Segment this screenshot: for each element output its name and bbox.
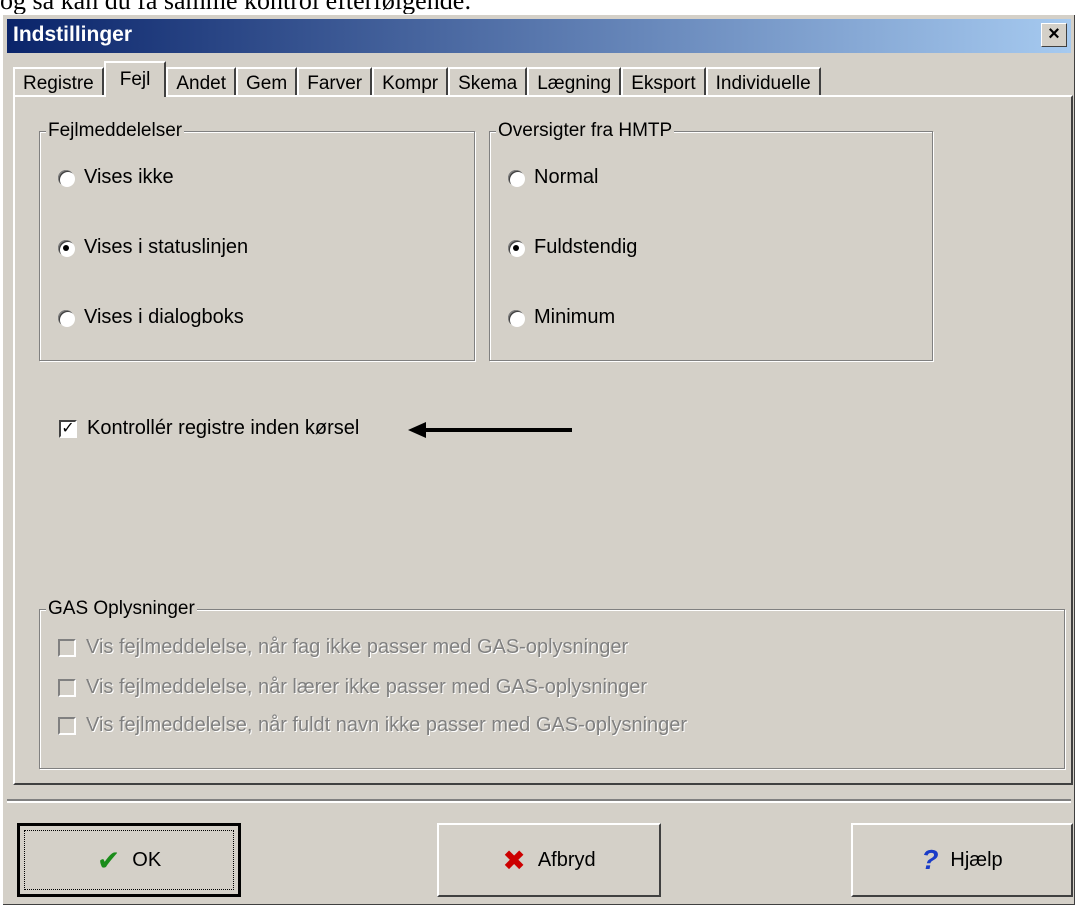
- group-title: Oversigter fra HMTP: [496, 120, 675, 142]
- cancel-button[interactable]: ✖ Afbryd: [437, 823, 661, 897]
- annotation-arrow-icon: [408, 422, 572, 438]
- error-messages-group: Fejlmeddelelser Vises ikke Vises i statu…: [39, 120, 475, 361]
- close-button[interactable]: ×: [1041, 23, 1067, 47]
- radio-label: Minimum: [534, 306, 616, 328]
- title-bar[interactable]: Indstillinger ×: [7, 19, 1071, 53]
- radio-label: Fuldstendig: [534, 236, 638, 258]
- x-icon: ✖: [502, 844, 526, 876]
- gas-info-group: GAS Oplysninger Vis fejlmeddelelse, når …: [39, 598, 1065, 769]
- tab-andet[interactable]: Andet: [166, 67, 237, 97]
- focus-rect: [24, 830, 234, 890]
- checkbox-label: Vis fejlmeddelelse, når fag ikke passer …: [86, 636, 629, 658]
- radio-button[interactable]: [508, 309, 524, 326]
- help-button[interactable]: ? Hjælp: [851, 823, 1073, 897]
- group-title: GAS Oplysninger: [46, 598, 197, 620]
- window-title: Indstillinger: [13, 23, 133, 46]
- tab-registre[interactable]: Registre: [13, 67, 104, 97]
- separator: [7, 799, 1071, 803]
- tab-farver[interactable]: Farver: [297, 67, 373, 97]
- radio-row-fuldstendig[interactable]: Fuldstendig: [508, 236, 637, 259]
- ok-button[interactable]: ✔ OK: [17, 823, 241, 897]
- radio-label: Vises i dialogboks: [84, 306, 244, 328]
- radio-label: Vises i statuslinjen: [84, 236, 249, 258]
- radio-button[interactable]: [58, 309, 74, 326]
- overview-group: Oversigter fra HMTP Normal Fuldstendig M…: [489, 120, 933, 361]
- radio-button-selected[interactable]: [508, 239, 524, 256]
- radio-label: Normal: [534, 166, 599, 188]
- checkbox-checked[interactable]: ✓: [59, 419, 77, 438]
- radio-button[interactable]: [58, 169, 74, 186]
- group-title: Fejlmeddelelser: [46, 120, 185, 142]
- check-registers-row[interactable]: ✓ Kontrollér registre inden kørsel: [59, 417, 359, 440]
- tab-gem[interactable]: Gem: [236, 67, 298, 97]
- checkbox-disabled[interactable]: [58, 638, 76, 657]
- checkbox-label: Vis fejlmeddelelse, når fuldt navn ikke …: [86, 714, 688, 736]
- tab-fejl[interactable]: Fejl: [103, 61, 167, 97]
- cancel-label: Afbryd: [537, 848, 596, 871]
- tab-kompr[interactable]: Kompr: [372, 67, 449, 97]
- gas-checkbox-row[interactable]: Vis fejlmeddelelse, når fag ikke passer …: [58, 636, 628, 659]
- gas-checkbox-row[interactable]: Vis fejlmeddelelse, når fuldt navn ikke …: [58, 714, 687, 737]
- checkbox-disabled[interactable]: [58, 678, 76, 697]
- gas-checkbox-row[interactable]: Vis fejlmeddelelse, når lærer ikke passe…: [58, 676, 647, 699]
- radio-row-minimum[interactable]: Minimum: [508, 306, 615, 329]
- checkbox-label: Vis fejlmeddelelse, når lærer ikke passe…: [86, 676, 647, 698]
- radio-label: Vises ikke: [84, 166, 174, 188]
- settings-dialog: Indstillinger × Registre Fejl Andet Gem …: [2, 14, 1076, 906]
- tab-individuelle[interactable]: Individuelle: [705, 67, 821, 97]
- radio-button-selected[interactable]: [58, 239, 74, 256]
- tab-eksport[interactable]: Eksport: [621, 67, 706, 97]
- checkbox-disabled[interactable]: [58, 716, 76, 735]
- radio-row-dialogboks[interactable]: Vises i dialogboks: [58, 306, 244, 329]
- radio-button[interactable]: [508, 169, 524, 186]
- help-label: Hjælp: [950, 848, 1003, 871]
- radio-row-vises-ikke[interactable]: Vises ikke: [58, 166, 174, 189]
- radio-row-statuslinjen[interactable]: Vises i statuslinjen: [58, 236, 248, 259]
- tab-panel-fejl: Fejlmeddelelser Vises ikke Vises i statu…: [13, 95, 1073, 785]
- tab-strip: Registre Fejl Andet Gem Farver Kompr Ske…: [13, 61, 821, 97]
- question-icon: ?: [921, 844, 939, 875]
- radio-row-normal[interactable]: Normal: [508, 166, 598, 189]
- tab-skema[interactable]: Skema: [448, 67, 528, 97]
- checkbox-label: Kontrollér registre inden kørsel: [87, 417, 360, 439]
- tab-laegning[interactable]: Lægning: [527, 67, 622, 97]
